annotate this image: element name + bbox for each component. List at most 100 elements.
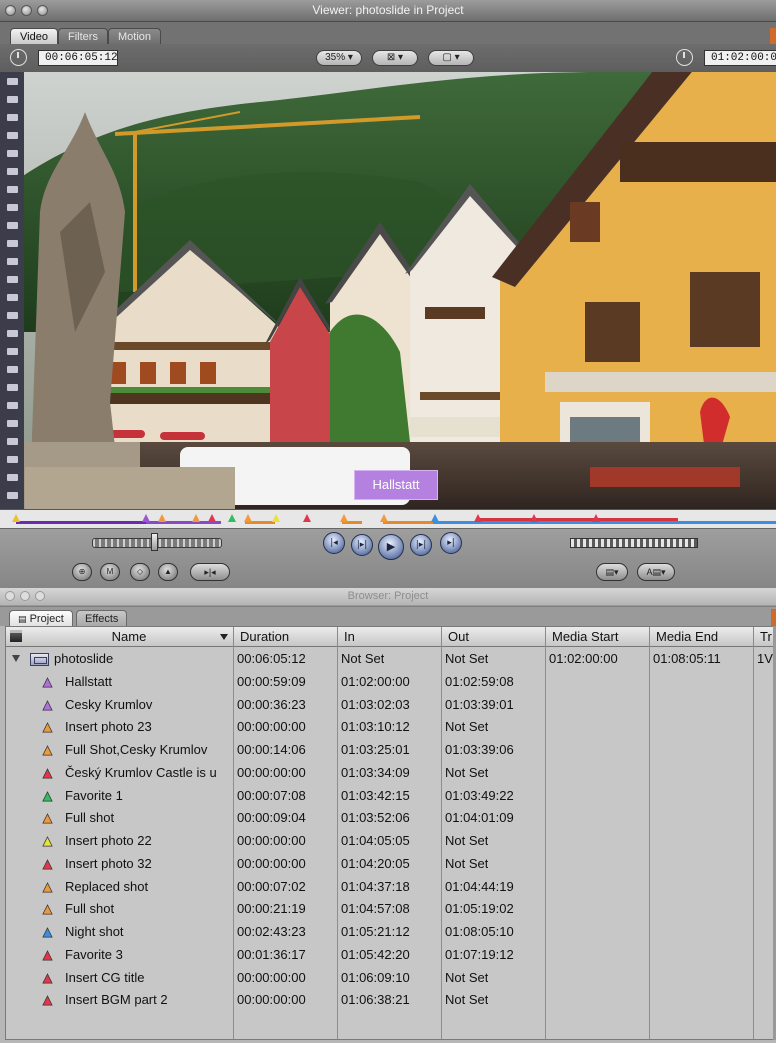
table-row[interactable]: Full shot 00:00:21:19 01:04:57:08 01:05:19:… (6, 898, 775, 921)
tab-motion[interactable]: Motion (108, 28, 162, 44)
marker-duration: 00:00:00:00 (237, 833, 306, 848)
tab-project[interactable]: ▤ Project (9, 610, 73, 627)
table-row[interactable]: Insert photo 22 00:00:00:00 01:04:05:05 Not… (6, 830, 775, 853)
table-row[interactable]: Insert CG title 00:00:00:00 01:06:09:10 Not… (6, 967, 775, 990)
go-to-in-button[interactable]: |◂ (323, 532, 345, 554)
browser-window-title: Browser: Project (347, 590, 429, 602)
table-row[interactable]: Insert photo 32 00:00:00:00 01:04:20:05 Not… (6, 853, 775, 876)
table-row[interactable]: Český Krumlov Castle is u 00:00:00:00 01:0… (6, 762, 775, 785)
marker-duration: 00:00:07:08 (237, 787, 306, 803)
sequence-row[interactable]: photoslide 00:06:05:12 Not Set Not Set 0… (6, 648, 775, 671)
marker-name: Insert BGM part 2 (65, 992, 168, 1008)
duration-clock-icon (10, 49, 27, 66)
marker-full-shot-2[interactable] (380, 514, 388, 522)
marker-strip[interactable] (0, 509, 776, 528)
disclosure-triangle-icon[interactable] (12, 655, 20, 662)
go-to-out-button[interactable]: ▸| (440, 532, 462, 554)
marker-in: 01:06:38:21 (341, 992, 410, 1008)
marker-range-favorite-3 (478, 518, 678, 521)
marker-favorite-1[interactable] (228, 514, 236, 522)
marker-castle[interactable] (208, 514, 216, 522)
viewer-titlebar[interactable]: Viewer: photoslide in Project (0, 0, 776, 22)
tab-effects[interactable]: Effects (76, 610, 128, 627)
marker-overlay-label: Hallstatt (354, 470, 438, 500)
marker-out: Not Set (445, 969, 489, 985)
marker-name: Favorite 3 (65, 946, 123, 962)
viewer-canvas[interactable]: Hallstatt (0, 72, 776, 509)
table-row[interactable]: Favorite 1 00:00:07:08 01:03:42:15 01:03:49… (6, 785, 775, 808)
table-row[interactable]: Cesky Krumlov 00:00:36:23 01:03:02:03 01:03… (6, 694, 775, 717)
marker-out: 01:07:19:12 (445, 946, 514, 962)
current-timecode-field[interactable]: 00:06:05:12 (38, 50, 118, 66)
table-row[interactable]: Full Shot,Cesky Krumlov 00:00:14:06 01:03:… (6, 739, 775, 762)
marker-icon (42, 904, 53, 915)
marker-fullshot-cesky[interactable] (192, 514, 200, 522)
column-header-media-start[interactable]: Media Start (545, 627, 649, 647)
marker-name: Insert CG title (65, 969, 145, 985)
sequence-in: Not Set (341, 651, 385, 666)
marker-cesky[interactable] (142, 514, 150, 522)
marker-full-shot-1[interactable] (244, 514, 252, 522)
add-marker-button[interactable]: ▲ (158, 563, 178, 581)
mark-in-out-button[interactable]: ▸|◂ (190, 563, 230, 581)
browser-titlebar[interactable]: Browser: Project (0, 588, 776, 606)
marker-out: 01:03:39:01 (445, 696, 514, 712)
shuttle-knob[interactable] (151, 533, 158, 551)
marker-favorite-3[interactable] (474, 514, 482, 522)
marker-icon (42, 699, 53, 710)
play-in-to-out-button[interactable]: |▸| (351, 534, 373, 556)
tab-filters[interactable]: Filters (58, 28, 108, 44)
marker-bgm[interactable] (592, 514, 600, 522)
match-frame-button[interactable]: ⊕ (72, 563, 92, 581)
project-tab-icon: ▤ (18, 614, 27, 624)
play-button[interactable]: ▶ (378, 534, 404, 560)
marker-in: 01:03:52:06 (341, 810, 410, 826)
table-row[interactable]: Insert photo 23 00:00:00:00 01:03:10:12 Not… (6, 716, 775, 739)
zoom-popup[interactable]: 35% ▾ (316, 50, 362, 66)
table-row[interactable]: Full shot 00:00:09:04 01:03:52:06 01:04:01:… (6, 807, 775, 830)
marker-insert-22[interactable] (272, 514, 280, 522)
text-overlay-button[interactable]: A▤▾ (637, 563, 675, 581)
tab-video[interactable]: Video (10, 28, 58, 44)
column-header-name[interactable]: Name (26, 627, 232, 647)
marker-in: 01:05:42:20 (341, 946, 410, 962)
marker-icon (42, 767, 53, 779)
marker-replaced[interactable] (340, 514, 348, 522)
marker-in: 01:03:25:01 (341, 742, 410, 757)
marker-insert-23[interactable] (158, 514, 166, 522)
marker-night[interactable] (431, 514, 439, 522)
jog-control[interactable] (570, 538, 698, 548)
column-header-in[interactable]: In (337, 627, 441, 647)
marker-duration: 00:00:59:09 (237, 673, 306, 689)
duration-timecode-field[interactable]: 01:02:00:00 (704, 50, 776, 66)
marker-icon (42, 745, 53, 756)
marker-cg-title[interactable] (530, 514, 538, 522)
timecode-clock-icon (676, 49, 693, 66)
mark-clip-button[interactable]: M (100, 563, 120, 581)
column-header-media-end[interactable]: Media End (649, 627, 753, 647)
table-row[interactable]: Insert BGM part 2 00:00:00:00 01:06:38:21 N… (6, 989, 775, 1012)
marker-insert-32[interactable] (303, 514, 311, 522)
column-header-duration[interactable]: Duration (233, 627, 337, 647)
column-header-out[interactable]: Out (441, 627, 545, 647)
table-row[interactable]: Favorite 3 00:01:36:17 01:05:42:20 01:07:19… (6, 944, 775, 967)
marker-duration: 00:00:00:00 (237, 855, 306, 871)
table-row[interactable]: Replaced shot 00:00:07:02 01:04:37:18 01:04… (6, 876, 775, 899)
sequence-media-end: 01:08:05:11 (653, 651, 721, 666)
browser-tab-row: ▤ Project Effects (0, 606, 776, 627)
clip-overlay-button[interactable]: ▤▾ (596, 563, 628, 581)
add-keyframe-button[interactable]: ◇ (130, 563, 150, 581)
marker-icon (42, 813, 53, 824)
marker-start[interactable] (12, 514, 20, 522)
marker-icon (42, 927, 53, 938)
view-popup[interactable]: ⊠ ▾ (372, 50, 418, 66)
marker-name: Full shot (65, 810, 115, 826)
marker-range-full-shot (383, 521, 433, 524)
marker-icon (42, 676, 53, 688)
play-around-button[interactable]: |▸| (410, 534, 432, 556)
table-row[interactable]: Night shot 00:02:43:23 01:05:21:12 01:08:05… (6, 921, 775, 944)
marker-duration: 00:00:00:00 (237, 992, 306, 1008)
overlay-popup[interactable]: ▢ ▾ (428, 50, 474, 66)
table-row[interactable]: Hallstatt 00:00:59:09 01:02:00:00 01:02:59:… (6, 671, 775, 694)
marker-duration: 00:00:00:00 (237, 764, 306, 780)
